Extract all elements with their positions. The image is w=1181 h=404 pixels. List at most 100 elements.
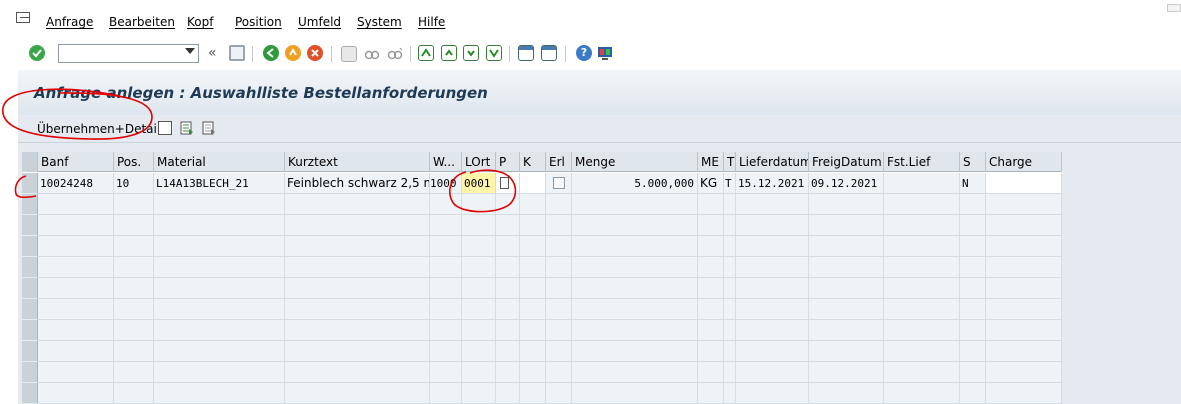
new-session-icon[interactable] (518, 45, 534, 61)
table-cell-empty (572, 320, 698, 341)
menu-bearbeiten[interactable]: Bearbeiten (109, 15, 175, 29)
col-header-charge[interactable]: Charge (986, 152, 1062, 172)
table-cell-empty (285, 383, 430, 404)
menu-umfeld[interactable]: Umfeld (298, 15, 341, 29)
prev-page-icon[interactable] (441, 45, 457, 61)
col-header-freigdatum[interactable]: FreigDatum (809, 152, 884, 172)
table-row-empty (22, 320, 1062, 341)
find-next-icon[interactable] (387, 46, 403, 62)
table-cell-empty (724, 236, 736, 257)
exit-icon[interactable] (285, 45, 301, 61)
col-header-t[interactable]: T (724, 152, 736, 172)
cell-menge: 5.000,000 (572, 173, 698, 194)
cell-k[interactable] (520, 173, 546, 194)
shortcut-icon[interactable] (541, 45, 557, 61)
col-header-lort[interactable]: LOrt (462, 152, 496, 172)
row-selector[interactable] (22, 278, 38, 299)
table-cell-empty (884, 194, 960, 215)
col-header-erl[interactable]: Erl (546, 152, 572, 172)
col-header-lieferdatum[interactable]: Lieferdatum (736, 152, 809, 172)
cell-pos: 10 (114, 173, 154, 194)
row-selector[interactable] (22, 215, 38, 236)
table-cell-empty (546, 341, 572, 362)
transfer-detail-button[interactable]: Übernehmen+Detail (34, 119, 163, 139)
table-cell-empty (724, 215, 736, 236)
col-header-s[interactable]: S (960, 152, 986, 172)
cell-p[interactable] (496, 173, 520, 194)
first-page-icon[interactable] (418, 45, 434, 61)
select-all-icon[interactable] (180, 121, 194, 135)
menu-system[interactable]: System (357, 15, 402, 29)
col-header-banf[interactable]: Banf (38, 152, 114, 172)
table-cell-empty (698, 362, 724, 383)
table-cell-empty (154, 236, 285, 257)
customize-icon[interactable] (597, 45, 613, 61)
row-selector[interactable] (22, 362, 38, 383)
lort-input[interactable]: 0001 (462, 173, 496, 194)
col-header-fst-lief[interactable]: Fst.Lief (884, 152, 960, 172)
row-selector[interactable] (22, 320, 38, 341)
next-page-icon[interactable] (463, 45, 479, 61)
row-selector[interactable] (22, 194, 38, 215)
table-cell-empty (884, 257, 960, 278)
menu-position[interactable]: Position (235, 15, 282, 29)
table-cell-empty (960, 236, 986, 257)
col-header-menge[interactable]: Menge (572, 152, 698, 172)
menu-anfrage[interactable]: Anfrage (46, 15, 93, 29)
table-cell-empty (960, 383, 986, 404)
col-header-p[interactable]: P (496, 152, 520, 172)
table-cell-empty (572, 257, 698, 278)
row-selector[interactable] (22, 173, 38, 194)
chevron-down-icon[interactable] (185, 48, 195, 54)
checkmark-icon[interactable] (29, 45, 45, 61)
print-icon[interactable] (341, 46, 357, 62)
table-cell-empty (736, 257, 809, 278)
table-cell-empty (736, 278, 809, 299)
menu-kopf[interactable]: Kopf (187, 15, 213, 29)
last-page-icon[interactable] (486, 45, 502, 61)
col-header-k[interactable]: K (520, 152, 546, 172)
row-selector[interactable] (22, 299, 38, 320)
find-icon[interactable] (364, 46, 380, 62)
row-selector[interactable] (22, 236, 38, 257)
row-selector[interactable] (22, 383, 38, 404)
table-cell-empty (986, 320, 1062, 341)
row-selector[interactable] (22, 257, 38, 278)
table-row[interactable]: 10024248 10 L14A13BLECH_21 Feinblech sch… (22, 173, 1062, 194)
col-header-kurztext[interactable]: Kurztext (285, 152, 430, 172)
table-row-empty (22, 278, 1062, 299)
f4-help-icon[interactable] (500, 177, 509, 189)
table-cell-empty (724, 362, 736, 383)
cancel-icon[interactable] (307, 45, 323, 61)
menu-hilfe[interactable]: Hilfe (418, 15, 445, 29)
toolbar-separator (410, 46, 411, 62)
cell-charge[interactable] (986, 173, 1062, 194)
back-icon[interactable] (263, 45, 279, 61)
menu-system-icon[interactable] (16, 12, 30, 23)
select-all-rows[interactable] (22, 152, 38, 172)
table-cell-empty (736, 215, 809, 236)
col-header-werk[interactable]: W... (430, 152, 462, 172)
save-icon[interactable] (229, 45, 245, 61)
table-cell-empty (698, 215, 724, 236)
table-cell-empty (462, 320, 496, 341)
table-cell-empty (520, 278, 546, 299)
table-cell-empty (546, 299, 572, 320)
copy-icon[interactable] (158, 121, 172, 135)
table-cell-empty (462, 341, 496, 362)
back-double-icon[interactable]: « (208, 45, 224, 61)
deselect-icon[interactable] (202, 121, 216, 135)
cell-erl (546, 173, 572, 194)
col-header-pos[interactable]: Pos. (114, 152, 154, 172)
table-cell-empty (114, 341, 154, 362)
col-header-me[interactable]: ME (698, 152, 724, 172)
help-icon[interactable]: ? (576, 45, 592, 61)
window-control-icon[interactable] (1167, 4, 1181, 12)
erl-checkbox[interactable] (553, 177, 565, 189)
command-field[interactable] (58, 44, 199, 63)
col-header-material[interactable]: Material (154, 152, 285, 172)
table-cell-empty (496, 215, 520, 236)
table-cell-empty (986, 383, 1062, 404)
table-cell-empty (809, 278, 884, 299)
row-selector[interactable] (22, 341, 38, 362)
